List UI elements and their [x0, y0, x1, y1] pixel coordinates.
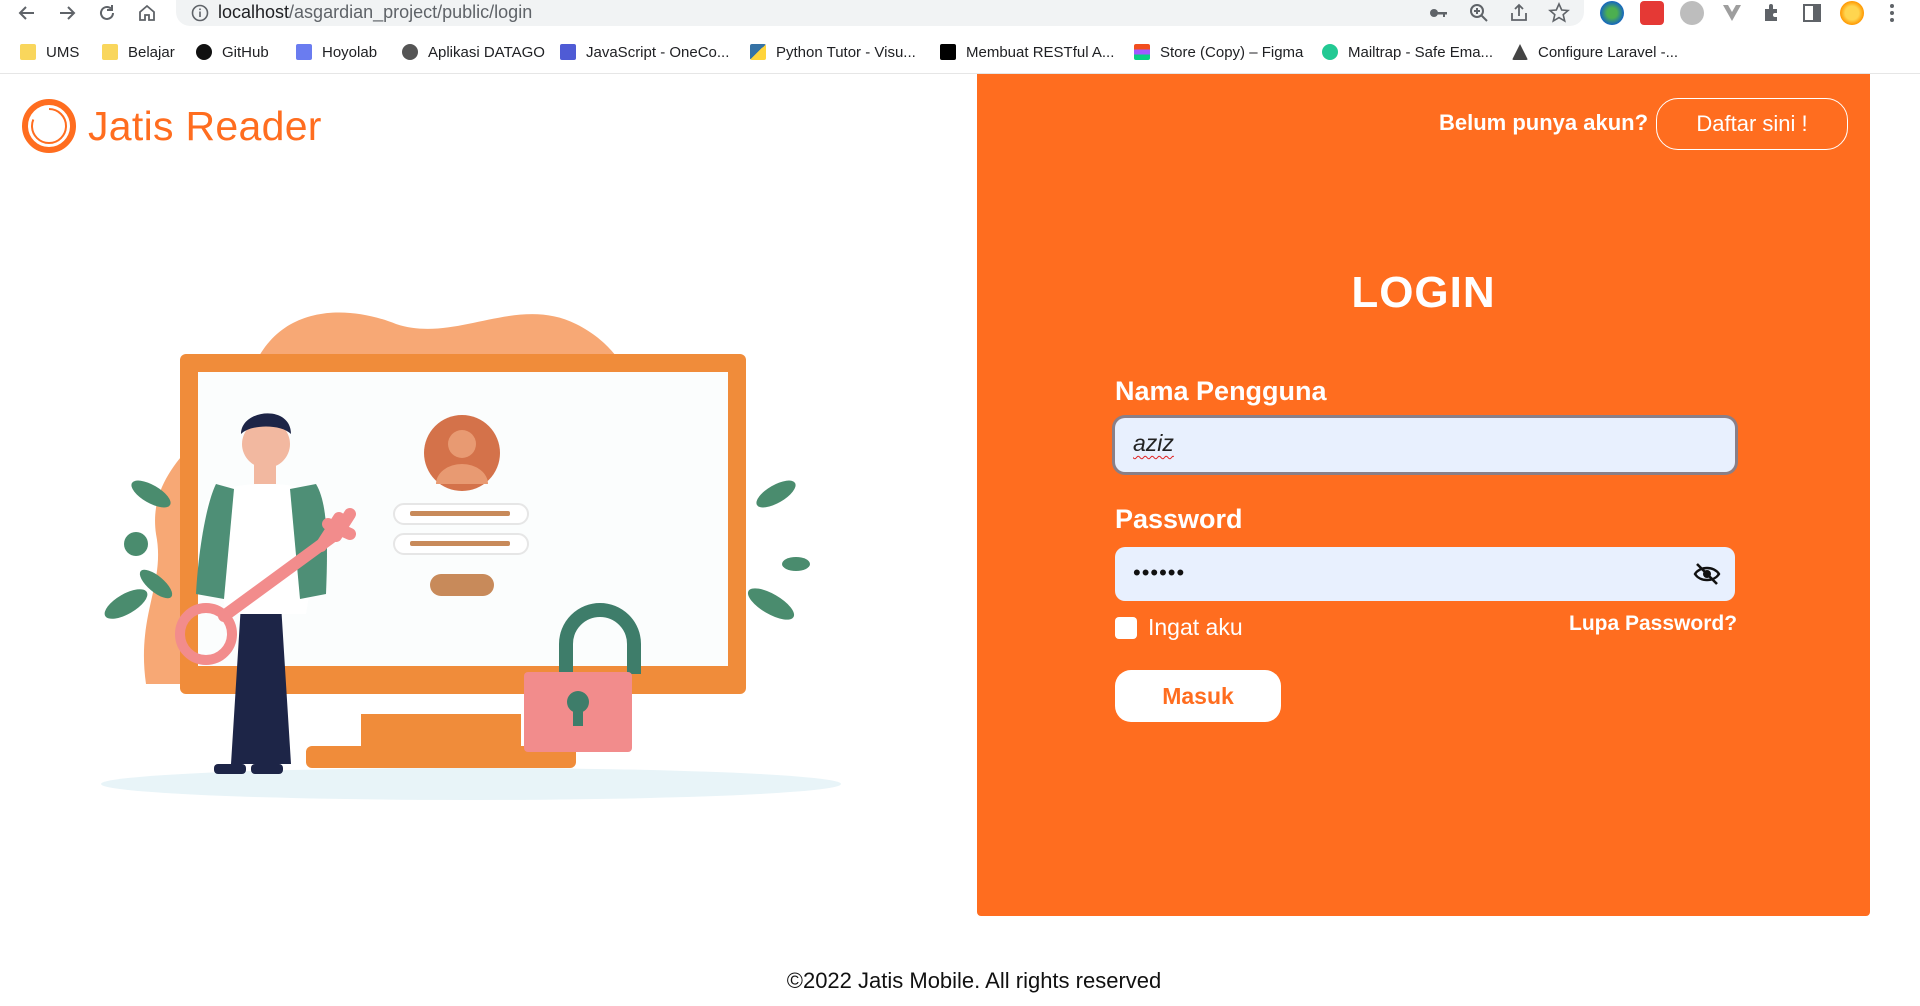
remember-label: Ingat aku	[1148, 614, 1243, 640]
password-input[interactable]: ••••••	[1115, 547, 1735, 601]
jatis-logo-icon	[22, 99, 76, 153]
globe-icon	[402, 44, 418, 60]
password-label: Password	[1115, 504, 1243, 534]
bookmark-label: Mailtrap - Safe Ema...	[1348, 43, 1494, 61]
back-icon[interactable]	[10, 0, 44, 26]
signup-button[interactable]: Daftar sini !	[1656, 98, 1848, 150]
footer-copyright: ©2022 Jatis Mobile. All rights reserved	[786, 968, 1162, 993]
extensions-puzzle-icon[interactable]	[1760, 1, 1784, 25]
github-icon	[196, 44, 212, 60]
signup-question: Belum punya akun?	[1439, 110, 1649, 135]
mailtrap-icon	[1322, 44, 1338, 60]
bookmark-label: Store (Copy) – Figma	[1160, 43, 1304, 61]
bookmark-laravel[interactable]: Configure Laravel -...	[1512, 40, 1678, 64]
brand-name: Jatis Reader	[88, 102, 322, 149]
remember-me[interactable]: Ingat aku	[1115, 614, 1243, 641]
menu-kebab-icon[interactable]	[1880, 1, 1904, 25]
site-info-icon[interactable]	[190, 3, 210, 23]
extension-mendeley-icon[interactable]	[1640, 1, 1664, 25]
url-text: localhost/asgardian_project/public/login	[218, 2, 532, 23]
bookmark-label: Python Tutor - Visu...	[776, 43, 916, 61]
login-illustration	[101, 312, 841, 800]
brand-logo[interactable]: Jatis Reader	[20, 96, 322, 156]
code-icon	[560, 44, 576, 60]
hoyolab-icon	[296, 44, 312, 60]
medium-icon	[940, 44, 956, 60]
illustration-login-button	[430, 574, 494, 596]
bookmark-mailtrap[interactable]: Mailtrap - Safe Ema...	[1322, 40, 1493, 64]
bookmarks-bar: UMS Belajar GitHub Hoyolab Aplikasi DATA…	[0, 38, 1920, 66]
eye-slash-icon[interactable]	[1693, 561, 1721, 587]
username-input[interactable]: aziz	[1115, 418, 1735, 472]
extension-language-icon[interactable]	[1680, 1, 1704, 25]
bookmark-label: Configure Laravel -...	[1538, 43, 1679, 61]
bookmark-github[interactable]: GitHub	[196, 40, 269, 64]
browser-chrome: localhost/asgardian_project/public/login…	[0, 0, 1920, 74]
bookmark-label: Hoyolab	[322, 43, 378, 61]
laravel-icon	[1512, 44, 1528, 60]
username-value: aziz	[1133, 430, 1174, 456]
url-host: localhost	[218, 2, 290, 22]
url-path: /asgardian_project/public/login	[289, 2, 533, 22]
right-plant	[747, 480, 810, 620]
bookmark-figma[interactable]: Store (Copy) – Figma	[1134, 40, 1303, 64]
bookmark-star-icon[interactable]	[1548, 2, 1570, 24]
login-page: Jatis Reader Belum punya akun? Daftar si…	[0, 74, 1920, 1006]
bookmark-ums[interactable]: UMS	[20, 40, 79, 64]
key-icon[interactable]	[1428, 2, 1450, 24]
login-submit-button[interactable]: Masuk	[1115, 670, 1281, 722]
profile-avatar-icon[interactable]	[1840, 1, 1864, 25]
home-icon[interactable]	[130, 0, 164, 26]
folder-icon	[20, 44, 36, 60]
share-icon[interactable]	[1508, 2, 1530, 24]
folder-icon	[102, 44, 118, 60]
bookmark-label: Aplikasi DATAGO	[428, 43, 545, 61]
bookmark-restful[interactable]: Membuat RESTful A...	[940, 40, 1114, 64]
username-label: Nama Pengguna	[1115, 376, 1327, 406]
bookmark-hoyolab[interactable]: Hoyolab	[296, 40, 377, 64]
password-value: ••••••	[1133, 560, 1186, 585]
bookmark-label: Membuat RESTful A...	[966, 43, 1115, 61]
bookmark-datago[interactable]: Aplikasi DATAGO	[402, 40, 545, 64]
forgot-password-link[interactable]: Lupa Password?	[1569, 612, 1737, 636]
address-bar[interactable]: localhost/asgardian_project/public/login	[176, 0, 1584, 26]
extension-globe-icon[interactable]	[1600, 1, 1624, 25]
bookmark-label: Belajar	[128, 43, 175, 61]
bookmark-python-tutor[interactable]: Python Tutor - Visu...	[750, 40, 916, 64]
bookmark-label: UMS	[46, 43, 80, 61]
login-title: LOGIN	[1351, 268, 1496, 317]
bookmark-label: GitHub	[222, 43, 269, 61]
reload-icon[interactable]	[90, 0, 124, 26]
login-panel: Belum punya akun? Daftar sini ! LOGIN Na…	[977, 74, 1870, 916]
bookmark-label: JavaScript - OneCo...	[586, 43, 730, 61]
side-panel-icon[interactable]	[1800, 1, 1824, 25]
zoom-icon[interactable]	[1468, 2, 1490, 24]
floor-shadow	[101, 768, 841, 800]
bookmark-javascript[interactable]: JavaScript - OneCo...	[560, 40, 729, 64]
remember-checkbox[interactable]	[1115, 616, 1137, 639]
bookmark-belajar[interactable]: Belajar	[102, 40, 175, 64]
python-icon	[750, 44, 766, 60]
forward-icon[interactable]	[50, 0, 84, 26]
extension-vue-icon[interactable]	[1720, 1, 1744, 25]
figma-icon	[1134, 44, 1150, 60]
